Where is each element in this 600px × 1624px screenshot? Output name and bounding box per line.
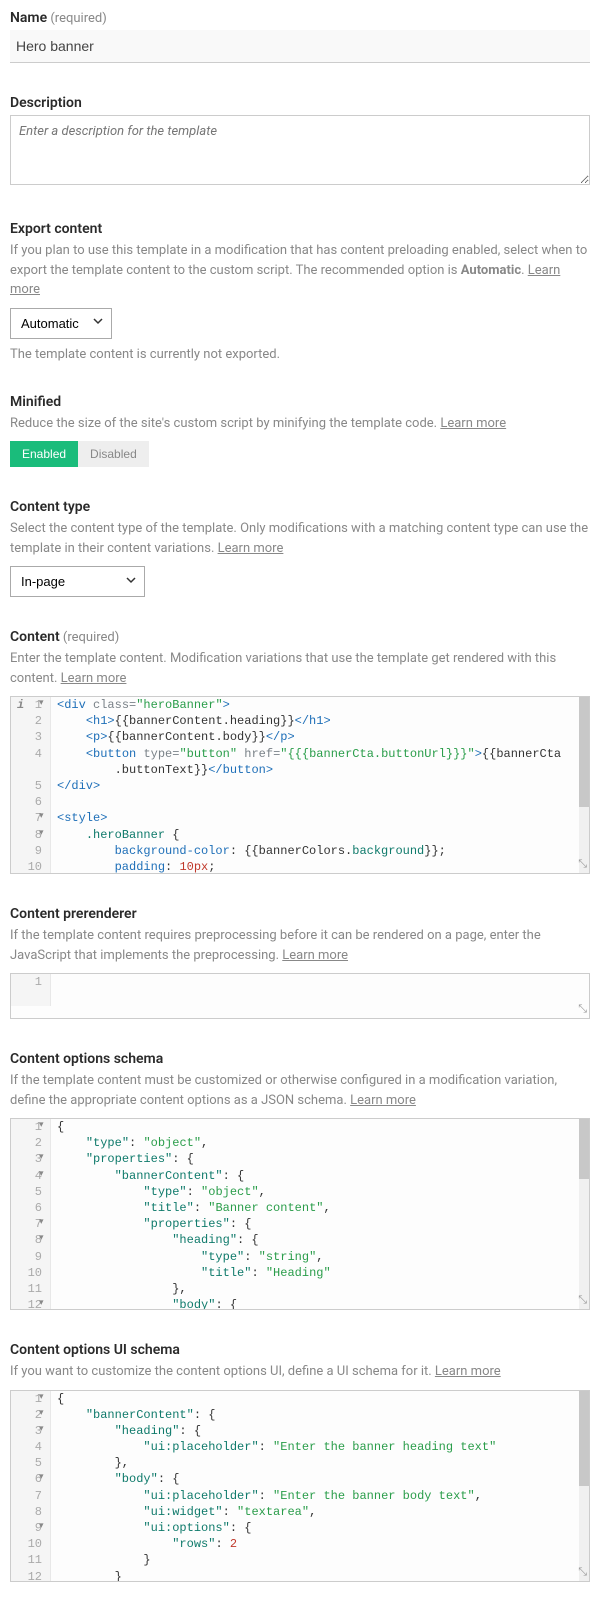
content-learn-more-link[interactable]: Learn more <box>61 671 127 686</box>
resize-handle-icon[interactable]: ⤡ <box>578 859 587 871</box>
name-required-hint: (required) <box>50 11 106 26</box>
minified-label: Minified <box>10 394 61 410</box>
prerenderer-code-editor[interactable]: 1 ⤡ <box>10 973 590 1019</box>
content-type-help: Select the content type of the template.… <box>10 519 590 558</box>
prerenderer-label: Content prerenderer <box>10 906 137 922</box>
minified-enabled-button[interactable]: Enabled <box>10 441 78 467</box>
prerenderer-help: If the template content requires preproc… <box>10 926 590 965</box>
minified-help: Reduce the size of the site's custom scr… <box>10 414 590 434</box>
content-help: Enter the template content. Modification… <box>10 649 590 688</box>
name-label: Name <box>10 10 47 26</box>
options-schema-learn-more-link[interactable]: Learn more <box>350 1093 416 1108</box>
minified-disabled-button[interactable]: Disabled <box>78 441 149 467</box>
content-type-select[interactable]: In-page <box>10 566 145 597</box>
export-content-label: Export content <box>10 221 102 237</box>
content-type-label: Content type <box>10 499 90 515</box>
export-content-select[interactable]: Automatic <box>10 308 112 339</box>
export-content-status: The template content is currently not ex… <box>10 347 590 362</box>
minified-learn-more-link[interactable]: Learn more <box>440 416 506 431</box>
content-required-hint: (required) <box>63 630 119 645</box>
options-schema-help: If the template content must be customiz… <box>10 1071 590 1110</box>
scrollbar[interactable] <box>579 697 589 873</box>
ui-schema-label: Content options UI schema <box>10 1342 180 1358</box>
resize-handle-icon[interactable]: ⤡ <box>578 1004 587 1016</box>
content-type-learn-more-link[interactable]: Learn more <box>218 541 284 556</box>
scrollbar[interactable] <box>579 1391 589 1581</box>
export-content-help: If you plan to use this template in a mo… <box>10 241 590 300</box>
minified-toggle: Enabled Disabled <box>10 441 149 467</box>
options-schema-code-editor[interactable]: 1▾{2 "type": "object",3▾ "properties": {… <box>10 1118 590 1310</box>
content-label: Content <box>10 629 60 645</box>
name-input[interactable] <box>10 30 590 63</box>
ui-schema-help: If you want to customize the content opt… <box>10 1362 590 1382</box>
content-code-editor[interactable]: 1▾<div class="heroBanner"> 2 <h1>{{banne… <box>10 696 590 874</box>
options-schema-label: Content options schema <box>10 1051 163 1067</box>
scrollbar[interactable] <box>579 1119 589 1309</box>
description-textarea[interactable] <box>10 115 590 185</box>
ui-schema-learn-more-link[interactable]: Learn more <box>435 1364 501 1379</box>
prerenderer-learn-more-link[interactable]: Learn more <box>282 948 348 963</box>
resize-handle-icon[interactable]: ⤡ <box>578 1567 587 1579</box>
description-label: Description <box>10 95 82 111</box>
resize-handle-icon[interactable]: ⤡ <box>578 1295 587 1307</box>
ui-schema-code-editor[interactable]: 1▾{2▾ "bannerContent": {3▾ "heading": {4… <box>10 1390 590 1582</box>
